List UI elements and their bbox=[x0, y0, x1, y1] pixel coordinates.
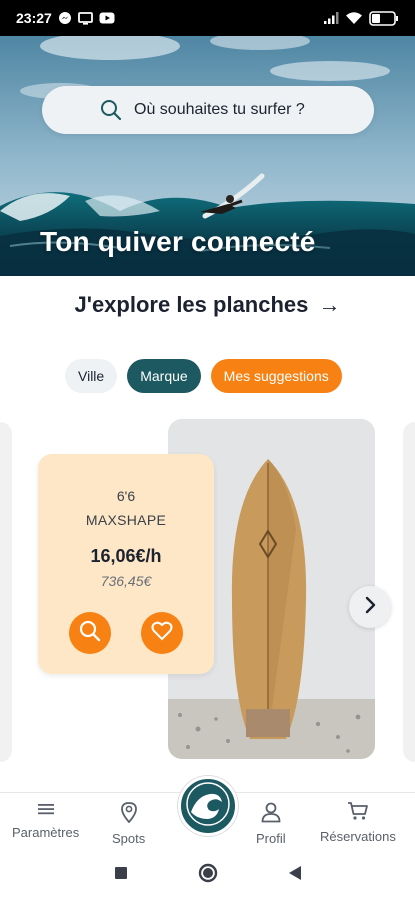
card-actions bbox=[38, 612, 214, 654]
home-icon[interactable] bbox=[198, 863, 218, 888]
search-icon bbox=[79, 620, 101, 647]
status-time: 23:27 bbox=[16, 10, 52, 26]
nav-label: Profil bbox=[256, 831, 286, 846]
status-bar: 23:27 31 bbox=[0, 0, 415, 36]
system-navigation-bar bbox=[0, 850, 415, 900]
signal-icon bbox=[323, 11, 339, 25]
nav-label: Réservations bbox=[320, 829, 396, 844]
board-price-per-hour: 16,06€/h bbox=[90, 546, 162, 566]
search-bar[interactable]: Où souhaites tu surfer ? bbox=[42, 86, 374, 134]
carousel-next-button[interactable] bbox=[349, 586, 391, 628]
view-board-button[interactable] bbox=[69, 612, 111, 654]
heart-icon bbox=[151, 621, 173, 646]
previous-board-card[interactable] bbox=[0, 422, 12, 762]
screen-icon bbox=[77, 11, 93, 25]
filter-chips: Ville Marque Mes suggestions bbox=[65, 359, 342, 393]
nav-item-profil[interactable]: Profil bbox=[256, 801, 286, 846]
chevron-right-icon bbox=[363, 596, 377, 619]
messenger-icon bbox=[58, 11, 72, 25]
favorite-button[interactable] bbox=[141, 612, 183, 654]
hero-title: Ton quiver connecté bbox=[40, 226, 316, 257]
wave-logo-icon bbox=[186, 781, 230, 831]
arrow-right-icon: → bbox=[318, 292, 341, 317]
board-model: MAXSHAPE bbox=[85, 512, 167, 528]
cart-icon bbox=[347, 801, 369, 824]
board-price: 736,45€ bbox=[100, 573, 152, 589]
next-board-card[interactable] bbox=[403, 422, 415, 762]
back-icon[interactable] bbox=[288, 865, 302, 886]
nav-item-reservations[interactable]: Réservations bbox=[320, 801, 396, 844]
menu-icon bbox=[36, 801, 56, 820]
nav-label: Spots bbox=[112, 831, 146, 846]
nav-item-parametres[interactable]: Paramètres bbox=[12, 801, 79, 840]
home-button[interactable] bbox=[178, 776, 238, 836]
board-info-card[interactable]: 6'6 MAXSHAPE 16,06€/h 736,45€ bbox=[38, 454, 214, 674]
search-icon bbox=[100, 99, 122, 121]
explore-boards-link[interactable]: J'explore les planches → bbox=[0, 292, 415, 318]
location-pin-icon bbox=[120, 801, 138, 826]
battery-level: 31 bbox=[381, 12, 393, 24]
filter-chip-suggestions[interactable]: Mes suggestions bbox=[210, 359, 342, 393]
wifi-icon bbox=[345, 11, 363, 25]
explore-label: J'explore les planches bbox=[74, 292, 309, 317]
nav-label: Paramètres bbox=[12, 825, 80, 840]
hero-banner: Où souhaites tu surfer ? Ton quiver conn… bbox=[0, 36, 415, 276]
recent-apps-icon[interactable] bbox=[114, 866, 128, 885]
search-placeholder: Où souhaites tu surfer ? bbox=[134, 101, 305, 118]
filter-chip-marque[interactable]: Marque bbox=[127, 359, 201, 393]
youtube-icon bbox=[99, 12, 115, 24]
user-icon bbox=[260, 801, 282, 826]
board-size: 6'6 bbox=[116, 488, 136, 504]
nav-item-spots[interactable]: Spots bbox=[112, 801, 145, 846]
filter-chip-ville[interactable]: Ville bbox=[65, 359, 118, 393]
